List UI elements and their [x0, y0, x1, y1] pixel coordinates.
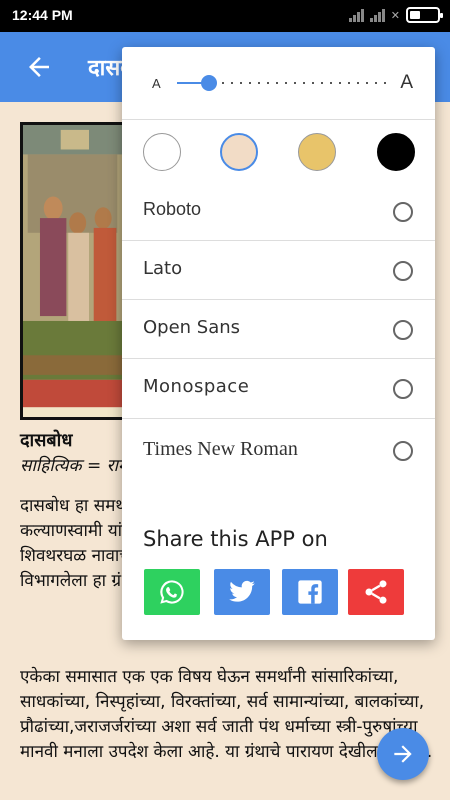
font-size-small-label: A — [152, 76, 161, 91]
font-option-lato[interactable]: Lato — [122, 241, 435, 300]
divider — [122, 119, 435, 120]
facebook-share-button[interactable] — [282, 569, 338, 615]
radio-button[interactable] — [393, 202, 413, 222]
font-option-label: Lato — [143, 258, 183, 279]
back-arrow-icon[interactable] — [24, 52, 54, 82]
font-size-large-label: A — [400, 72, 413, 93]
arrow-forward-icon — [394, 745, 412, 763]
whatsapp-icon — [160, 580, 184, 604]
facebook-icon — [298, 580, 322, 604]
theme-white-swatch[interactable] — [143, 133, 181, 171]
radio-button[interactable] — [393, 320, 413, 340]
font-option-times-new-roman[interactable]: Times New Roman — [122, 421, 435, 480]
status-time: 12:44 PM — [12, 7, 73, 23]
font-size-slider-row: A A — [122, 47, 435, 119]
radio-button[interactable] — [393, 379, 413, 399]
radio-button[interactable] — [393, 261, 413, 281]
share-icon — [365, 580, 387, 604]
divider — [122, 418, 435, 419]
font-option-label: Open Sans — [143, 317, 241, 338]
status-icons: ✕ — [348, 7, 443, 23]
generic-share-button[interactable] — [348, 569, 404, 615]
no-data-icon: ✕ — [390, 8, 400, 22]
radio-button[interactable] — [393, 441, 413, 461]
font-option-open-sans[interactable]: Open Sans — [122, 300, 435, 359]
whatsapp-share-button[interactable] — [144, 569, 200, 615]
article-image — [20, 122, 125, 420]
signal-icon — [348, 8, 364, 22]
reader-settings-menu: A A Roboto Lato Open Sans Monospace Time… — [122, 47, 435, 640]
twitter-share-button[interactable] — [214, 569, 270, 615]
article-title: दासबोध — [20, 430, 73, 451]
twitter-icon — [229, 580, 255, 602]
next-button[interactable] — [377, 728, 429, 780]
font-option-label: Times New Roman — [143, 438, 298, 460]
theme-sepia-swatch[interactable] — [220, 133, 258, 171]
theme-tan-swatch[interactable] — [298, 133, 336, 171]
status-bar: 12:44 PM ✕ — [0, 0, 450, 32]
battery-icon — [406, 7, 443, 23]
share-title: Share this APP on — [143, 527, 328, 551]
font-option-monospace[interactable]: Monospace — [122, 359, 435, 418]
font-option-label: Roboto — [143, 199, 202, 219]
font-option-label: Monospace — [143, 376, 250, 397]
font-size-slider-thumb[interactable] — [200, 75, 217, 91]
font-option-roboto[interactable]: Roboto — [122, 182, 435, 241]
signal-icon-2 — [369, 8, 385, 22]
theme-black-swatch[interactable] — [377, 133, 415, 171]
